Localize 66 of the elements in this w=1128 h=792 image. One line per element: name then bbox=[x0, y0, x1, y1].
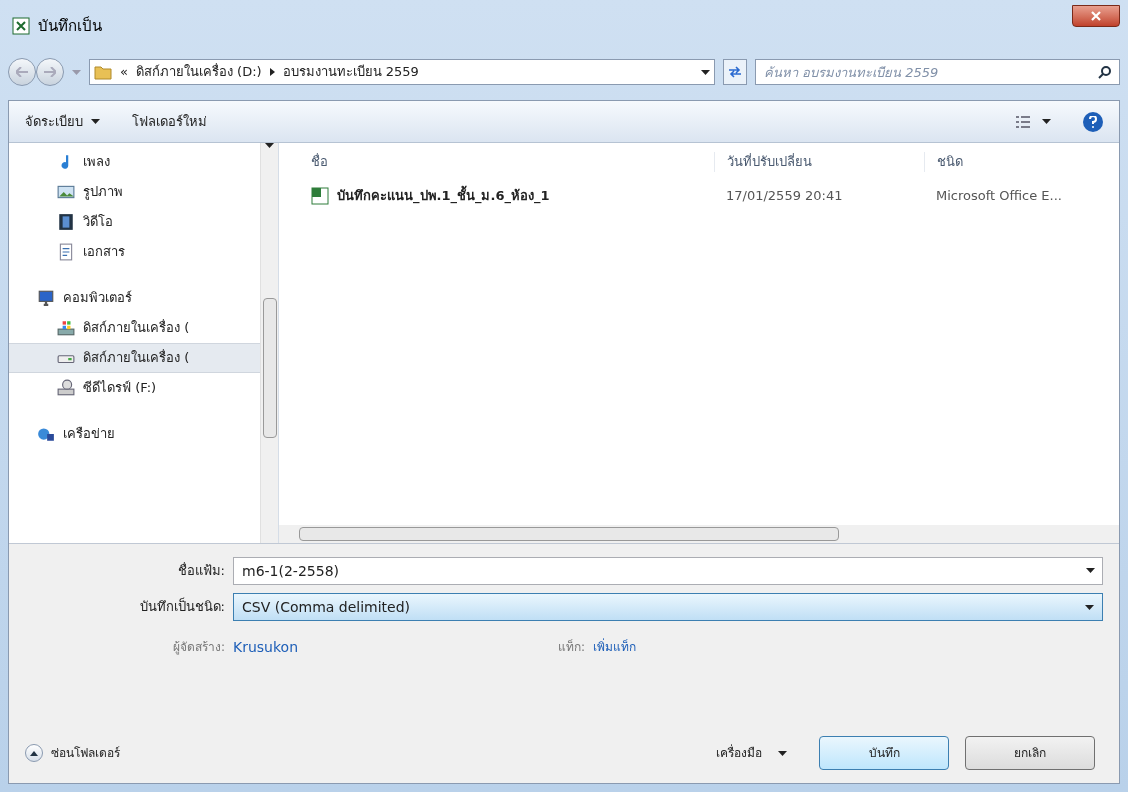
address-dropdown-icon bbox=[701, 69, 710, 75]
navigation-item[interactable]: วิดีโอ bbox=[9, 207, 260, 237]
navigation-item[interactable]: ดิสก์ภายในเครื่อง ( bbox=[9, 313, 260, 343]
left-arrow-icon bbox=[16, 67, 28, 77]
refresh-arrows-icon bbox=[728, 66, 742, 78]
file-type: Microsoft Office E... bbox=[935, 187, 1063, 206]
folder-icon bbox=[94, 64, 112, 80]
field-label: ผู้จัดสร้าง: bbox=[171, 639, 225, 656]
spreadsheet-app-icon bbox=[12, 17, 30, 35]
navigation-item[interactable]: คอมพิวเตอร์ bbox=[9, 283, 260, 313]
breadcrumb-item[interactable]: อบรมงานทะเบียน 2559 bbox=[282, 62, 419, 82]
refresh-button[interactable] bbox=[723, 59, 747, 85]
field-label: บันทึกเป็นชนิด: bbox=[138, 597, 225, 617]
navigation-item[interactable]: ซีดีไดรฟ์ (F:) bbox=[9, 373, 260, 403]
forward-button[interactable] bbox=[36, 58, 64, 86]
add-tag-link[interactable]: เพิ่มแท็ก bbox=[593, 638, 637, 656]
navigation-item[interactable]: เพลง bbox=[9, 147, 260, 177]
new-folder-button[interactable]: โฟลเดอร์ใหม่ bbox=[132, 111, 207, 132]
back-button[interactable] bbox=[8, 58, 36, 86]
search-icon[interactable] bbox=[1098, 65, 1112, 79]
spreadsheet-file-icon bbox=[311, 187, 329, 205]
caret-icon bbox=[778, 750, 787, 756]
author-value[interactable]: Krusukon bbox=[233, 636, 558, 658]
view-options-button[interactable] bbox=[1016, 115, 1051, 128]
organize-menu-button[interactable]: จัดระเบียบ bbox=[25, 111, 100, 132]
file-name-field[interactable]: m6-1(2-2558) bbox=[233, 557, 1103, 585]
help-button[interactable] bbox=[1083, 111, 1103, 132]
file-type-select[interactable]: CSV (Comma delimited) bbox=[233, 593, 1103, 621]
breadcrumb-separator-icon bbox=[269, 68, 275, 76]
file-modified-date: 17/01/2559 20:41 bbox=[725, 187, 844, 206]
right-arrow-icon bbox=[44, 67, 56, 77]
column-header[interactable]: วันที่ปรับเปลี่ยน bbox=[714, 152, 924, 172]
close-icon bbox=[1091, 11, 1101, 21]
column-header[interactable]: ชนิด bbox=[924, 152, 1119, 172]
close-button[interactable] bbox=[1072, 5, 1120, 27]
cd-drive-icon bbox=[57, 379, 75, 397]
field-label: แท็ก: bbox=[558, 638, 586, 656]
file-name: บันทึกคะแนน_ปพ.1_ชั้น_ม.6_ห้อง_1 bbox=[337, 186, 550, 206]
search-field[interactable]: ค้นหา อบรมงานทะเบียน 2559 bbox=[755, 59, 1120, 85]
collapse-icon bbox=[25, 744, 43, 762]
caret-icon bbox=[91, 119, 100, 124]
breadcrumb-overflow[interactable]: « bbox=[120, 62, 128, 82]
window-title: บันทึกเป็น bbox=[38, 15, 102, 37]
dropdown-caret-icon bbox=[1085, 604, 1094, 610]
landscape-picture-icon bbox=[57, 183, 75, 201]
caret-icon bbox=[1042, 119, 1051, 124]
document-icon bbox=[57, 243, 75, 261]
tools-menu-button[interactable]: เครื่องมือ bbox=[716, 744, 787, 762]
navigation-item[interactable]: รูปภาพ bbox=[9, 177, 260, 207]
file-row[interactable]: บันทึกคะแนน_ปพ.1_ชั้น_ม.6_ห้อง_1 17/01/2559 20:41 Microsoft Office E... bbox=[279, 181, 1119, 211]
save-button[interactable]: บันทึก bbox=[819, 736, 949, 770]
column-header[interactable]: ชื่อ bbox=[279, 152, 714, 172]
list-view-icon bbox=[1016, 115, 1030, 128]
hide-folders-button[interactable]: ซ่อนโฟลเดอร์ bbox=[25, 744, 120, 762]
address-bar[interactable]: « ดิสก์ภายในเครื่อง (D:) อบรมงานทะเบียน 2559 bbox=[89, 59, 715, 85]
help-icon bbox=[1089, 115, 1097, 128]
field-label: ชื่อแฟ้ม: bbox=[176, 561, 225, 581]
cancel-button[interactable]: ยกเลิก bbox=[965, 736, 1095, 770]
computer-monitor-icon bbox=[37, 289, 55, 307]
navigation-item[interactable]: ดิสก์ภายในเครื่อง ( bbox=[9, 343, 260, 373]
breadcrumb-item[interactable]: ดิสก์ภายในเครื่อง (D:) bbox=[135, 62, 262, 82]
dropdown-caret-icon bbox=[1086, 568, 1095, 573]
film-strip-icon bbox=[57, 213, 75, 231]
navigation-item[interactable]: เอกสาร bbox=[9, 237, 260, 267]
navigation-item[interactable]: เครือข่าย bbox=[9, 419, 260, 449]
drive-with-windows-logo-icon bbox=[57, 319, 75, 337]
